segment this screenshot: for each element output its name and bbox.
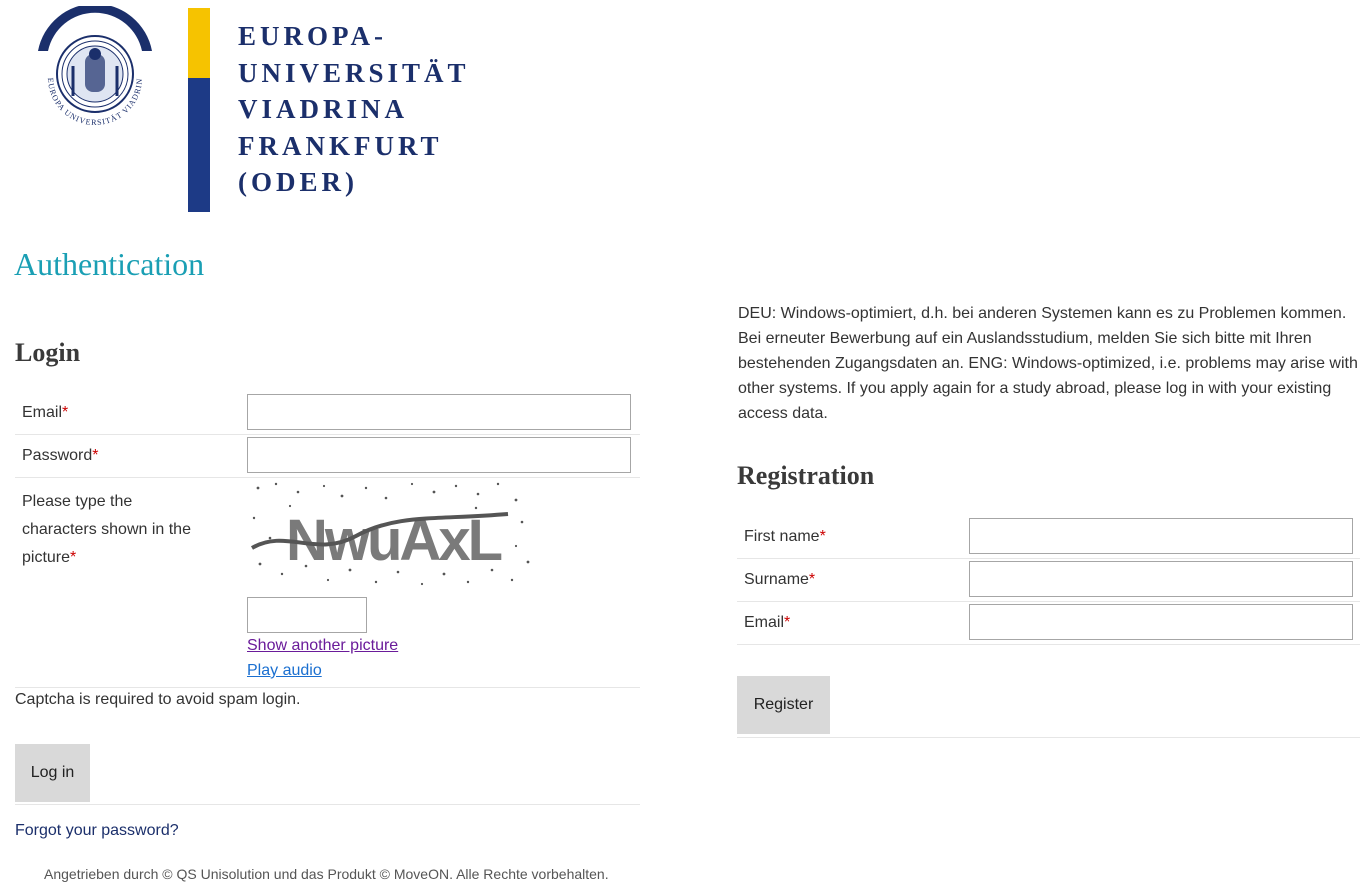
reg-surname-label: Surname* bbox=[744, 571, 816, 588]
login-password-label: Password* bbox=[22, 447, 99, 464]
logo-line-5: (ODER) bbox=[238, 167, 358, 197]
login-button-row bbox=[15, 740, 640, 805]
captcha-image: NwuAxL bbox=[246, 478, 536, 590]
login-password-input[interactable] bbox=[247, 437, 631, 473]
login-heading: Login bbox=[15, 338, 81, 367]
reg-email-input[interactable] bbox=[969, 604, 1353, 640]
reg-first-name-input[interactable] bbox=[969, 518, 1353, 554]
reg-surname-input[interactable] bbox=[969, 561, 1353, 597]
reg-email-label: Email* bbox=[744, 614, 791, 631]
log-in-button[interactable]: Log in bbox=[15, 744, 90, 802]
captcha-input[interactable] bbox=[247, 597, 367, 633]
university-name-logo: EUROPA- UNIVERSITÄT VIADRINA FRANKFURT (… bbox=[238, 18, 470, 201]
show-another-picture-link[interactable]: Show another picture bbox=[247, 637, 398, 655]
reg-first-name-label: First name* bbox=[744, 528, 826, 545]
logo-line-4: FRANKFURT bbox=[238, 130, 443, 161]
logo-line-3: VIADRINA bbox=[238, 94, 409, 124]
login-email-input[interactable] bbox=[247, 394, 631, 430]
registration-heading: Registration bbox=[737, 461, 875, 490]
logo-yellow-bar bbox=[188, 8, 210, 78]
university-seal-logo: EUROPA UNIVERSITÄT VIADRINA bbox=[27, 0, 160, 136]
captcha-label: Please type the characters shown in the … bbox=[22, 493, 191, 566]
info-text: DEU: Windows-optimiert, d.h. bei anderen… bbox=[738, 305, 1358, 422]
register-button[interactable]: Register bbox=[737, 676, 830, 734]
footer-text: Angetrieben durch © QS Unisolution und d… bbox=[44, 866, 609, 882]
logo-blue-bar bbox=[188, 78, 210, 212]
logo-line-1: EUROPA- bbox=[238, 21, 387, 51]
captcha-note: Captcha is required to avoid spam login. bbox=[15, 691, 301, 708]
login-email-label: Email* bbox=[22, 404, 69, 421]
logo-line-2: UNIVERSITÄT bbox=[238, 57, 470, 88]
play-audio-link[interactable]: Play audio bbox=[247, 662, 322, 680]
register-button-row bbox=[737, 672, 1360, 738]
page-title: Authentication bbox=[14, 246, 205, 282]
forgot-password-link[interactable]: Forgot your password? bbox=[15, 822, 179, 840]
